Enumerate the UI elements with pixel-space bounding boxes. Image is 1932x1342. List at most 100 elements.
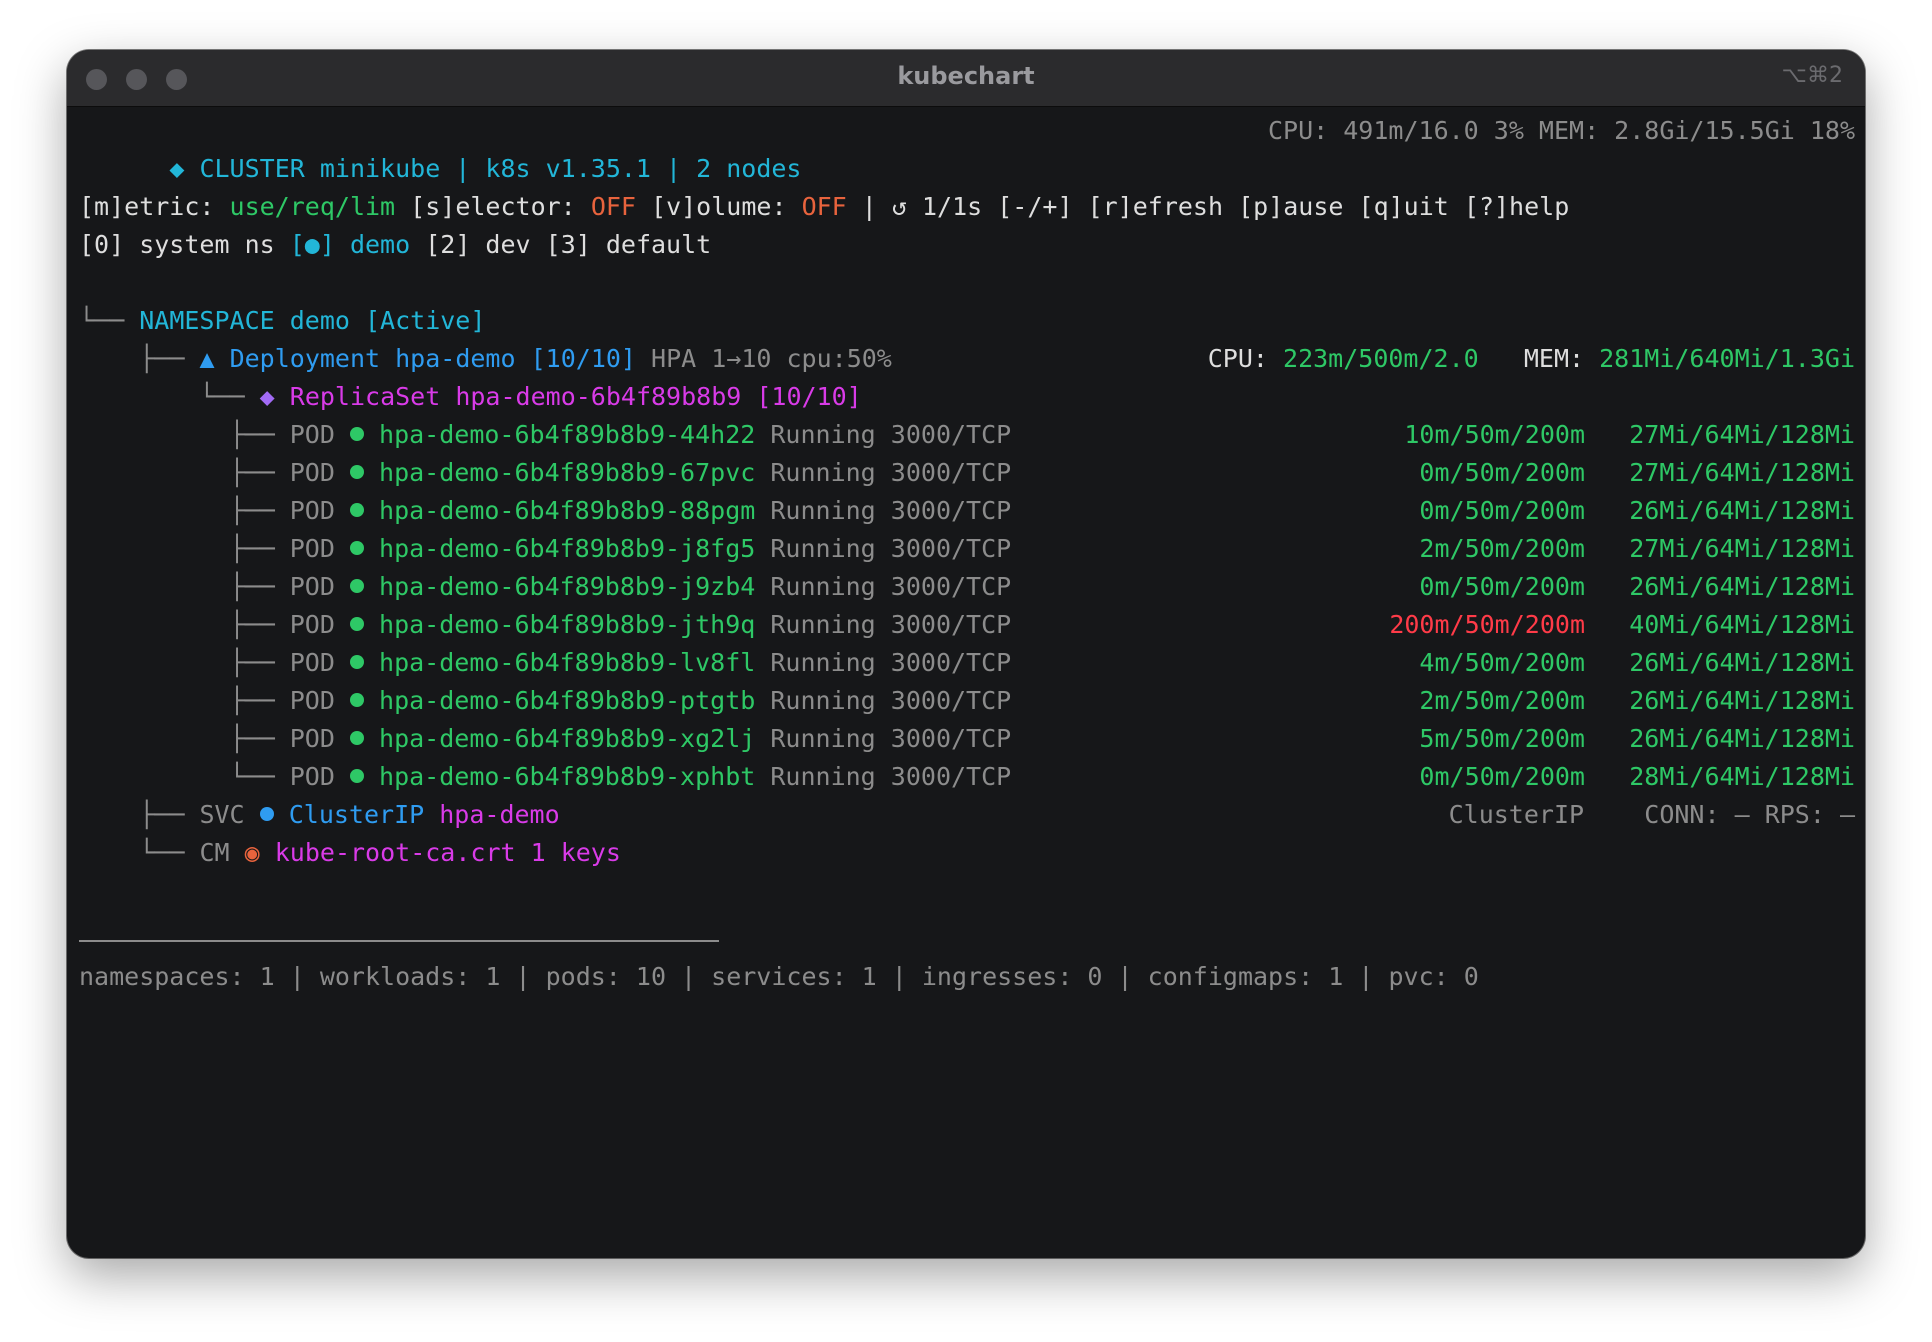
deployment-metrics: CPU: 223m/500m/2.0 MEM: 281Mi/640Mi/1.3G… (1208, 340, 1855, 378)
volume-key[interactable]: [v]olume: (651, 192, 786, 221)
mem-label: MEM: (1523, 344, 1585, 373)
replicaset-row[interactable]: └── ◆ ReplicaSet hpa-demo-6b4f89b8b9 [10… (79, 378, 1855, 416)
pod-kind: POD (289, 496, 335, 525)
tree-branch: └── (139, 838, 185, 867)
tree-branch: ├── (229, 420, 275, 449)
selector-value: OFF (590, 192, 636, 221)
help-key[interactable]: [?]help (1464, 192, 1569, 221)
pod-status-dot (349, 427, 364, 441)
pod-cpu: 0m/50m/200m (1419, 572, 1585, 601)
pod-status-dot (349, 503, 364, 517)
service-row[interactable]: ├── SVC ClusterIP hpa-demo ClusterIP CON… (79, 796, 1855, 834)
pod-status-dot (349, 579, 364, 593)
pod-mem: 27Mi/64Mi/128Mi (1629, 534, 1855, 563)
namespace-label: NAMESPACE demo [Active] (139, 306, 486, 335)
refresh-interval[interactable]: | ↺ 1/1s [-/+] (862, 192, 1073, 221)
cpu-label: CPU: (1207, 344, 1268, 373)
pod-port: 3000/TCP (890, 648, 1012, 677)
pod-kind: POD (289, 572, 335, 601)
metric-key[interactable]: [m]etric: (79, 192, 214, 221)
service-kind: SVC (199, 800, 245, 829)
service-name: hpa-demo (439, 800, 560, 829)
namespace-row[interactable]: └── NAMESPACE demo [Active] (79, 302, 1855, 340)
pod-row[interactable]: ├── POD hpa-demo-6b4f89b8b9-lv8fl Runnin… (79, 644, 1855, 682)
pod-cpu: 200m/50m/200m (1389, 610, 1585, 639)
pod-kind: POD (289, 762, 335, 791)
pod-name: hpa-demo-6b4f89b8b9-lv8fl (379, 648, 756, 677)
terminal-content[interactable]: ◆ CLUSTER minikube | k8s v1.35.1 | 2 nod… (67, 106, 1865, 1258)
ns-tab-system[interactable]: [0] system ns (79, 230, 275, 259)
ns-tab-demo[interactable]: [●] demo (290, 230, 410, 259)
refresh-key[interactable]: [r]efresh (1088, 192, 1223, 221)
configmap-row[interactable]: └── CM ◉ kube-root-ca.crt 1 keys (79, 834, 1855, 872)
pod-row[interactable]: ├── POD hpa-demo-6b4f89b8b9-44h22 Runnin… (79, 416, 1855, 454)
pod-status: Running (770, 420, 876, 449)
pod-mem: 26Mi/64Mi/128Mi (1629, 686, 1855, 715)
controls-bar: [m]etric: use/req/lim [s]elector: OFF [v… (79, 188, 1855, 226)
pod-status: Running (770, 572, 876, 601)
pod-row[interactable]: ├── POD hpa-demo-6b4f89b8b9-j9zb4 Runnin… (79, 568, 1855, 606)
pod-cpu: 10m/50m/200m (1404, 420, 1585, 449)
pod-metrics: 5m/50m/200m 26Mi/64Mi/128Mi (1385, 720, 1855, 758)
pod-metrics: 0m/50m/200m 28Mi/64Mi/128Mi (1385, 758, 1855, 796)
pod-status-dot (349, 465, 364, 479)
pod-row[interactable]: ├── POD hpa-demo-6b4f89b8b9-67pvc Runnin… (79, 454, 1855, 492)
pod-row[interactable]: ├── POD hpa-demo-6b4f89b8b9-j8fg5 Runnin… (79, 530, 1855, 568)
pod-status: Running (770, 496, 876, 525)
tree-branch: ├── (229, 572, 275, 601)
service-type-right: ClusterIP (1448, 800, 1585, 829)
pod-kind: POD (289, 686, 335, 715)
deployment-mem: 281Mi/640Mi/1.3Gi (1599, 344, 1855, 373)
ns-tab-dev[interactable]: [2] dev (425, 230, 530, 259)
deployment-row[interactable]: ├── ▲ Deployment hpa-demo [10/10] HPA 1→… (79, 340, 1855, 378)
selector-key[interactable]: [s]elector: (410, 192, 576, 221)
pod-row[interactable]: └── POD hpa-demo-6b4f89b8b9-xphbt Runnin… (79, 758, 1855, 796)
tree-branch: ├── (229, 534, 275, 563)
pod-name: hpa-demo-6b4f89b8b9-88pgm (379, 496, 756, 525)
pod-row[interactable]: ├── POD hpa-demo-6b4f89b8b9-jth9q Runnin… (79, 606, 1855, 644)
tree-branch: ├── (229, 610, 275, 639)
pause-key[interactable]: [p]ause (1238, 192, 1343, 221)
ns-tab-default[interactable]: [3] default (546, 230, 712, 259)
tree-branch: ├── (229, 496, 275, 525)
deployment-label: Deployment hpa-demo (229, 344, 516, 373)
pod-metrics: 10m/50m/200m 27Mi/64Mi/128Mi (1385, 416, 1855, 454)
pod-name: hpa-demo-6b4f89b8b9-jth9q (379, 610, 756, 639)
tree-branch: └── (229, 762, 275, 791)
diamond-icon: ◆ (259, 382, 275, 411)
pod-mem: 26Mi/64Mi/128Mi (1629, 648, 1855, 677)
pod-cpu: 4m/50m/200m (1419, 648, 1585, 677)
tree-branch: └── (79, 306, 125, 335)
tree-branch: └── (199, 382, 245, 411)
quit-key[interactable]: [q]uit (1359, 192, 1449, 221)
pod-kind: POD (289, 610, 335, 639)
pod-port: 3000/TCP (890, 572, 1012, 601)
terminal-window: kubechart ⌥⌘2 ◆ CLUSTER minikube | k8s v… (67, 50, 1865, 1258)
triangle-icon: ▲ (199, 344, 215, 373)
pod-port: 3000/TCP (890, 724, 1012, 753)
tree-branch: ├── (229, 686, 275, 715)
service-type: ClusterIP (288, 800, 425, 829)
pod-mem: 27Mi/64Mi/128Mi (1629, 420, 1855, 449)
pod-kind: POD (289, 724, 335, 753)
pod-name: hpa-demo-6b4f89b8b9-67pvc (379, 458, 756, 487)
pod-name: hpa-demo-6b4f89b8b9-xg2lj (379, 724, 756, 753)
configmap-icon: ◉ (244, 838, 260, 867)
pod-metrics: 4m/50m/200m 26Mi/64Mi/128Mi (1385, 644, 1855, 682)
hpa-info: HPA 1→10 cpu:50% (651, 344, 892, 373)
pod-metrics: 0m/50m/200m 27Mi/64Mi/128Mi (1385, 454, 1855, 492)
pod-kind: POD (289, 420, 335, 449)
pod-row[interactable]: ├── POD hpa-demo-6b4f89b8b9-ptgtb Runnin… (79, 682, 1855, 720)
cluster-resources: CPU: 491m/16.0 3% MEM: 2.8Gi/15.5Gi 18% (1268, 116, 1855, 145)
pod-status: Running (770, 762, 876, 791)
tree-branch: ├── (229, 458, 275, 487)
pod-status: Running (770, 534, 876, 563)
pod-kind: POD (289, 534, 335, 563)
pod-metrics: 200m/50m/200m 40Mi/64Mi/128Mi (1385, 606, 1855, 644)
pod-status-dot (349, 541, 364, 555)
pod-row[interactable]: ├── POD hpa-demo-6b4f89b8b9-xg2lj Runnin… (79, 720, 1855, 758)
pod-row[interactable]: ├── POD hpa-demo-6b4f89b8b9-88pgm Runnin… (79, 492, 1855, 530)
pod-status-dot (349, 769, 364, 783)
service-status-dot (259, 807, 274, 821)
pod-name: hpa-demo-6b4f89b8b9-44h22 (379, 420, 756, 449)
